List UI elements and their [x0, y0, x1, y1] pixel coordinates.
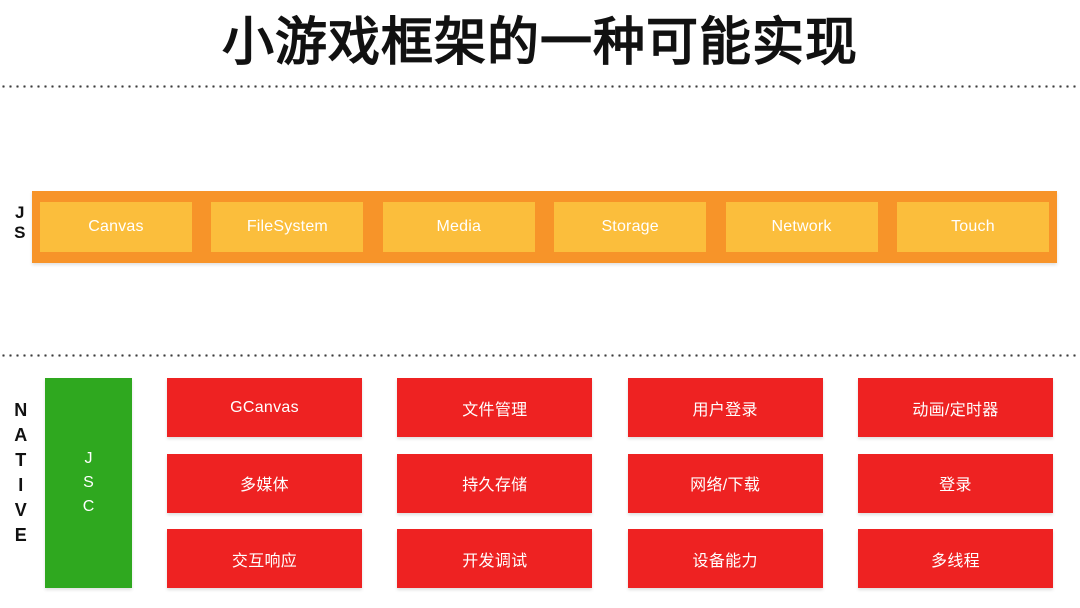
native-layer-label-line-1: A: [14, 425, 28, 445]
js-layer-label-line-0: J: [15, 203, 25, 222]
native-layer-section: N A T I V E J S C GCanvas 多媒体 交互响应 文件管理 …: [0, 370, 1080, 595]
js-module-bar: Canvas FileSystem Media Storage Network …: [32, 191, 1057, 263]
divider-middle: [0, 354, 1080, 357]
native-layer-label-line-0: N: [14, 400, 28, 420]
native-cell-interaction-response[interactable]: 交互响应: [167, 529, 362, 588]
native-cell-gcanvas[interactable]: GCanvas: [167, 378, 362, 437]
js-module-network[interactable]: Network: [725, 202, 878, 252]
js-layer-label: J S: [8, 203, 32, 242]
js-module-touch[interactable]: Touch: [896, 202, 1049, 252]
divider-top: [0, 85, 1080, 88]
native-column-4: 动画/定时器 登录 多线程: [857, 378, 1053, 588]
native-column-1: GCanvas 多媒体 交互响应: [167, 378, 362, 588]
native-cell-user-login[interactable]: 用户登录: [627, 378, 823, 437]
native-cell-network-download[interactable]: 网络/下载: [627, 453, 823, 513]
native-cell-persistent-storage[interactable]: 持久存储: [397, 453, 593, 513]
native-cell-multithreading[interactable]: 多线程: [857, 529, 1053, 588]
native-cell-animation-timer[interactable]: 动画/定时器: [857, 378, 1053, 437]
js-layer-label-line-1: S: [14, 222, 26, 242]
jsc-label-line-2: C: [82, 498, 95, 515]
native-cell-file-management[interactable]: 文件管理: [397, 378, 593, 437]
native-cell-device-capability[interactable]: 设备能力: [627, 529, 823, 588]
native-layer-label-line-5: E: [14, 525, 28, 545]
native-layer-label-line-3: I: [18, 475, 24, 495]
native-column-2: 文件管理 持久存储 开发调试: [397, 378, 593, 588]
js-module-filesystem[interactable]: FileSystem: [211, 202, 364, 252]
js-module-media[interactable]: Media: [382, 202, 535, 252]
js-layer-section: J S Canvas FileSystem Media Storage Netw…: [0, 191, 1080, 263]
native-cell-dev-debug[interactable]: 开发调试: [397, 529, 593, 588]
native-layer-label-line-4: V: [14, 500, 28, 520]
page-title: 小游戏框架的一种可能实现: [221, 14, 858, 72]
jsc-label-line-1: S: [83, 474, 94, 491]
native-cell-login[interactable]: 登录: [857, 453, 1053, 513]
jsc-label-line-0: J: [84, 450, 93, 467]
js-module-storage[interactable]: Storage: [554, 202, 707, 252]
native-module-grid: GCanvas 多媒体 交互响应 文件管理 持久存储 开发调试 用户登录 网络/…: [167, 378, 1053, 588]
native-column-3: 用户登录 网络/下载 设备能力: [627, 378, 823, 588]
native-layer-label: N A T I V E: [8, 398, 34, 548]
js-module-canvas[interactable]: Canvas: [40, 202, 192, 252]
native-cell-multimedia[interactable]: 多媒体: [167, 453, 362, 513]
native-layer-label-line-2: T: [15, 450, 27, 470]
native-engine-jsc[interactable]: J S C: [45, 378, 132, 588]
